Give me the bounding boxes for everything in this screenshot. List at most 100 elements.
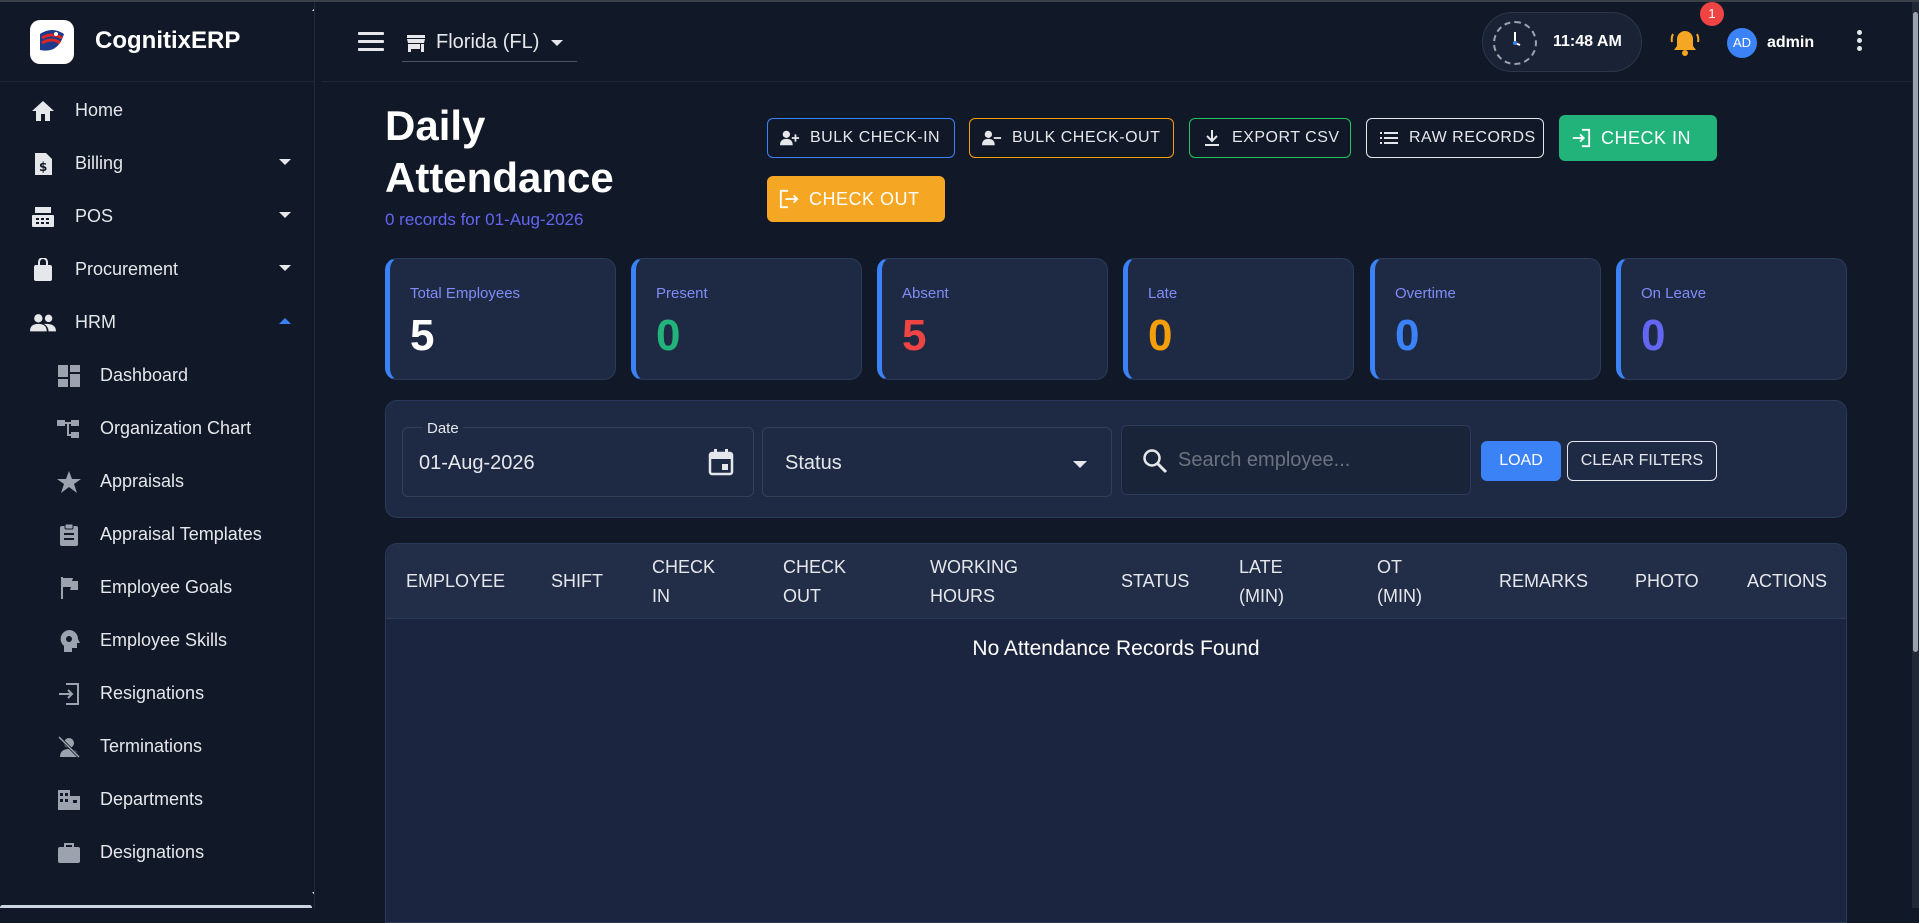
calendar-icon[interactable] xyxy=(708,448,734,476)
filter-panel: Date 01-Aug-2026 Status LOAD CLEAR FILTE… xyxy=(385,400,1847,518)
chevron-down-icon xyxy=(279,212,291,218)
store-label: Florida (FL) xyxy=(436,31,540,53)
group-remove-icon xyxy=(982,128,1002,148)
sidebar-subitem-label: Terminations xyxy=(100,736,203,756)
dashboard-icon xyxy=(56,363,82,389)
sidebar-subitem-resignations[interactable]: Resignations xyxy=(0,667,314,720)
status-select[interactable]: Status xyxy=(762,427,1112,497)
scroll-up-arrow[interactable] xyxy=(312,5,314,11)
raw-records-button[interactable]: RAW RECORDS xyxy=(1366,118,1544,158)
stat-value: 0 xyxy=(1395,311,1420,360)
raw-records-label: RAW RECORDS xyxy=(1409,129,1536,146)
attendance-table: EMPLOYEE SHIFT CHECK IN CHECK OUT WORKIN… xyxy=(385,543,1847,923)
notification-badge: 1 xyxy=(1700,2,1724,26)
store-selector[interactable]: Florida (FL) xyxy=(402,24,577,62)
table-header: EMPLOYEE SHIFT CHECK IN CHECK OUT WORKIN… xyxy=(386,544,1846,619)
main-scrollbar[interactable] xyxy=(1912,2,1919,908)
sidebar-subitem-designations[interactable]: Designations xyxy=(0,826,314,879)
stat-label: Late xyxy=(1148,285,1178,302)
stat-card-late: Late 0 xyxy=(1123,258,1354,380)
stat-label: Present xyxy=(656,285,708,302)
stat-label: Overtime xyxy=(1395,285,1456,302)
procurement-icon xyxy=(30,257,56,283)
sidebar-subitem-employee-goals[interactable]: Employee Goals xyxy=(0,561,314,614)
column-header-actions[interactable]: ACTIONS xyxy=(1747,544,1847,619)
sidebar-scrollbar[interactable] xyxy=(314,14,315,284)
sidebar-subitem-dashboard[interactable]: Dashboard xyxy=(0,349,314,402)
app-name: CognitixERP xyxy=(95,27,241,54)
chevron-down-icon xyxy=(1073,461,1087,468)
column-header-working-hours[interactable]: WORKING HOURS xyxy=(930,544,1050,619)
sidebar-subitem-label: Appraisals xyxy=(100,471,185,491)
search-input[interactable] xyxy=(1178,444,1448,476)
stat-card-present: Present 0 xyxy=(631,258,862,380)
column-header-ot-min[interactable]: OT (MIN) xyxy=(1377,544,1447,619)
export-csv-button[interactable]: EXPORT CSV xyxy=(1189,118,1351,158)
chevron-down-icon xyxy=(279,265,291,271)
sidebar-item-label: POS xyxy=(75,206,114,226)
column-header-photo[interactable]: PHOTO xyxy=(1635,544,1715,619)
stat-card-total-employees: Total Employees 5 xyxy=(385,258,616,380)
sidebar: CognitixERP Home $ Billing POS Procureme… xyxy=(0,2,315,908)
sidebar-item-hrm[interactable]: HRM xyxy=(0,296,314,349)
store-icon xyxy=(407,34,425,52)
sidebar-subitem-label: Dashboard xyxy=(100,365,189,385)
page-subtitle: 0 records for 01-Aug-2026 xyxy=(385,210,584,229)
sidebar-subitem-organization-chart[interactable]: Organization Chart xyxy=(0,402,314,455)
download-icon xyxy=(1202,128,1222,148)
pos-icon xyxy=(30,204,56,230)
load-button[interactable]: LOAD xyxy=(1481,441,1561,481)
sidebar-subitem-appraisal-templates[interactable]: Appraisal Templates xyxy=(0,508,314,561)
search-icon xyxy=(1143,449,1168,474)
home-icon xyxy=(30,98,56,124)
stat-value: 0 xyxy=(1641,311,1666,360)
date-value: 01-Aug-2026 xyxy=(419,452,535,474)
check-out-button[interactable]: CHECK OUT xyxy=(767,176,945,222)
exit-icon xyxy=(56,681,82,707)
sidebar-subitem-label: Organization Chart xyxy=(100,418,252,438)
column-header-shift[interactable]: SHIFT xyxy=(551,544,621,619)
skills-icon xyxy=(56,628,82,654)
bulk-check-in-button[interactable]: BULK CHECK-IN xyxy=(767,118,955,158)
check-in-button[interactable]: CHECK IN xyxy=(1559,115,1717,161)
column-header-check-in[interactable]: CHECK IN xyxy=(652,544,732,619)
date-field[interactable]: Date 01-Aug-2026 xyxy=(402,420,754,497)
sidebar-item-pos[interactable]: POS xyxy=(0,190,314,243)
brand[interactable]: CognitixERP xyxy=(0,2,314,82)
stat-card-overtime: Overtime 0 xyxy=(1370,258,1601,380)
column-header-status[interactable]: STATUS xyxy=(1121,544,1211,619)
chevron-down-icon xyxy=(551,39,564,46)
sidebar-item-label: Home xyxy=(75,100,124,120)
stat-card-on-leave: On Leave 0 xyxy=(1616,258,1847,380)
sidebar-subitem-terminations[interactable]: Terminations xyxy=(0,720,314,773)
building-icon xyxy=(56,787,82,813)
bulk-check-out-button[interactable]: BULK CHECK-OUT xyxy=(969,118,1174,158)
chevron-up-icon xyxy=(279,318,291,324)
flag-icon xyxy=(56,575,82,601)
sidebar-item-home[interactable]: Home xyxy=(0,84,314,137)
user-name[interactable]: admin xyxy=(1767,34,1814,52)
sidebar-subitem-label: Departments xyxy=(100,789,204,809)
bulk-check-in-label: BULK CHECK-IN xyxy=(810,129,941,146)
scroll-down-arrow[interactable] xyxy=(312,892,314,898)
sidebar-subitem-employee-skills[interactable]: Employee Skills xyxy=(0,614,314,667)
clock-widget: 11:48 AM xyxy=(1482,12,1642,72)
more-vert-icon[interactable] xyxy=(1857,30,1863,54)
list-icon xyxy=(1379,128,1399,148)
column-header-employee[interactable]: EMPLOYEE xyxy=(406,544,526,619)
notification-bell-icon[interactable] xyxy=(1670,28,1700,58)
menu-icon[interactable] xyxy=(358,32,384,54)
column-header-check-out[interactable]: CHECK OUT xyxy=(783,544,863,619)
sidebar-item-billing[interactable]: $ Billing xyxy=(0,137,314,190)
clear-filters-button[interactable]: CLEAR FILTERS xyxy=(1567,441,1717,481)
column-header-remarks[interactable]: REMARKS xyxy=(1499,544,1609,619)
login-icon xyxy=(1571,128,1591,148)
column-header-late-min[interactable]: LATE (MIN) xyxy=(1239,544,1319,619)
sidebar-item-procurement[interactable]: Procurement xyxy=(0,243,314,296)
search-field[interactable] xyxy=(1121,425,1471,495)
sidebar-subitem-label: Resignations xyxy=(100,683,205,703)
sidebar-subitem-departments[interactable]: Departments xyxy=(0,773,314,826)
sidebar-subitem-appraisals[interactable]: Appraisals xyxy=(0,455,314,508)
avatar[interactable]: AD xyxy=(1727,28,1757,58)
sidebar-item-label: Billing xyxy=(75,153,124,173)
